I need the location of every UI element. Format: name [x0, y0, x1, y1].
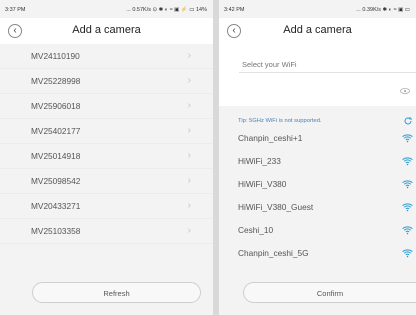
- camera-list: MV24110190 › MV25228998 › MV25906018 › MV25402…: [0, 44, 213, 253]
- tip-text: Tip: 5GHz WiFi is not supported.: [238, 118, 322, 124]
- wifi-ssid: Chanpin_ceshi_5G: [238, 248, 309, 258]
- wifi-ssid: HiWiFi_233: [238, 156, 281, 166]
- chevron-right-icon: ›: [187, 150, 191, 161]
- status-icons: ... 0.57K/s ⊙ ✱ ◐ ≈ ▣ ⚡ ▭ 14%: [126, 7, 207, 13]
- wifi-signal-icon: [402, 226, 413, 235]
- camera-list-screen: 3:37 PM ... 0.57K/s ⊙ ✱ ◐ ≈ ▣ ⚡ ▭ 14% ‹ …: [0, 0, 213, 315]
- wifi-network-item[interactable]: HiWiFi_V380: [219, 173, 416, 196]
- status-time: 3:37 PM: [5, 7, 26, 13]
- status-time: 3:42 PM: [224, 7, 245, 13]
- wifi-ssid: Chanpin_ceshi+1: [238, 133, 303, 143]
- refresh-button[interactable]: Refresh: [32, 282, 201, 303]
- camera-list-item[interactable]: MV25014918 ›: [0, 144, 213, 169]
- wifi-list: Chanpin_ceshi+1 HiWiFi_233 HiWiFi_V380 HiWi…: [219, 127, 416, 265]
- confirm-button[interactable]: Confirm: [243, 282, 416, 303]
- chevron-right-icon: ›: [187, 50, 191, 61]
- camera-list-item[interactable]: MV25103358 ›: [0, 219, 213, 244]
- camera-id: MV25402177: [31, 126, 81, 136]
- camera-id: MV25228998: [31, 76, 81, 86]
- chevron-right-icon: ›: [187, 100, 191, 111]
- wifi-network-item[interactable]: HiWiFi_233: [219, 150, 416, 173]
- status-icons: ... 0.39K/s ✱ ◐ ≈ ▣ ▭: [356, 7, 410, 13]
- camera-list-item[interactable]: MV24110190 ›: [0, 44, 213, 69]
- chevron-right-icon: ›: [187, 200, 191, 211]
- divider: [239, 72, 416, 73]
- camera-id: MV25906018: [31, 101, 81, 111]
- page-title: Add a camera: [72, 24, 141, 36]
- wifi-network-item[interactable]: HiWiFi_V380_Guest: [219, 196, 416, 219]
- wifi-ssid: HiWiFi_V380: [238, 179, 287, 189]
- camera-list-item[interactable]: MV25402177 ›: [0, 119, 213, 144]
- camera-list-item[interactable]: MV25906018 ›: [0, 94, 213, 119]
- eye-icon[interactable]: [400, 88, 410, 94]
- wifi-signal-icon: [402, 157, 413, 166]
- chevron-right-icon: ›: [187, 125, 191, 136]
- status-bar: 3:42 PM ... 0.39K/s ✱ ◐ ≈ ▣ ▭: [219, 0, 416, 18]
- chevron-right-icon: ›: [187, 225, 191, 236]
- page-title: Add a camera: [283, 24, 352, 36]
- camera-list-item[interactable]: MV25098542 ›: [0, 169, 213, 194]
- wifi-select-input[interactable]: [242, 57, 416, 71]
- header: ‹ Add a camera: [219, 18, 416, 44]
- camera-list-item[interactable]: MV25228998 ›: [0, 69, 213, 94]
- header: ‹ Add a camera: [0, 18, 213, 44]
- wifi-form: [219, 44, 416, 106]
- camera-id: MV25103358: [31, 226, 81, 236]
- camera-id: MV24110190: [31, 51, 80, 61]
- status-bar: 3:37 PM ... 0.57K/s ⊙ ✱ ◐ ≈ ▣ ⚡ ▭ 14%: [0, 0, 213, 18]
- camera-id: MV25014918: [31, 151, 81, 161]
- chevron-right-icon: ›: [187, 75, 191, 86]
- camera-id: MV25098542: [31, 176, 81, 186]
- wifi-network-item[interactable]: Ceshi_10: [219, 219, 416, 242]
- camera-id: MV20433271: [31, 201, 81, 211]
- wifi-ssid: Ceshi_10: [238, 225, 274, 235]
- wifi-signal-icon: [402, 180, 413, 189]
- wifi-signal-icon: [402, 134, 413, 143]
- refresh-icon[interactable]: [403, 116, 413, 126]
- camera-list-item[interactable]: MV20433271 ›: [0, 194, 213, 219]
- wifi-network-item[interactable]: Chanpin_ceshi_5G: [219, 242, 416, 265]
- wifi-ssid: HiWiFi_V380_Guest: [238, 202, 314, 212]
- wifi-signal-icon: [402, 249, 413, 258]
- wifi-network-item[interactable]: Chanpin_ceshi+1: [219, 127, 416, 150]
- chevron-right-icon: ›: [187, 175, 191, 186]
- wifi-select-screen: 3:42 PM ... 0.39K/s ✱ ◐ ≈ ▣ ▭ ‹ Add a ca…: [219, 0, 416, 315]
- wifi-signal-icon: [402, 203, 413, 212]
